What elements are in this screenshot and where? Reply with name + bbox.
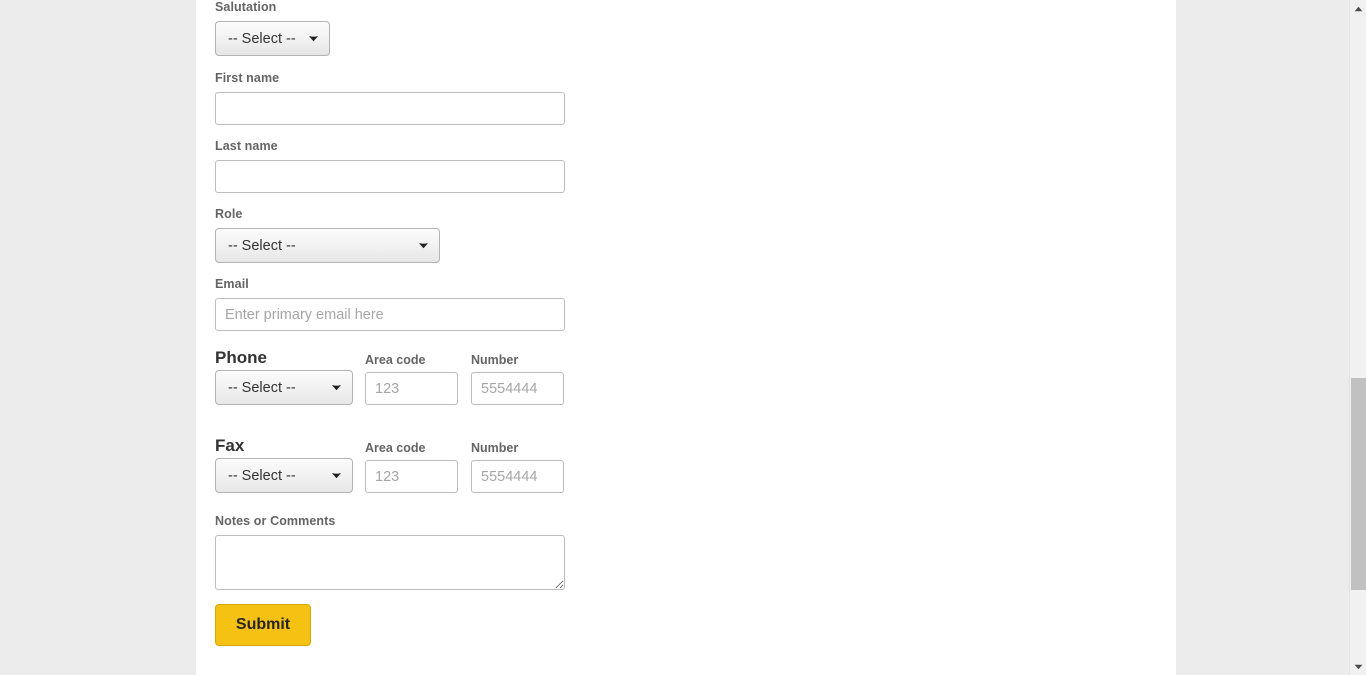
phone-area-code-label: Area code xyxy=(365,353,426,367)
fax-area-code-group: Area code xyxy=(365,441,458,493)
phone-number-group: Number xyxy=(471,353,564,405)
fax-number-input[interactable] xyxy=(471,460,564,493)
phone-type-select[interactable]: -- Select -- xyxy=(215,370,353,405)
field-notes: Notes or Comments xyxy=(215,514,635,590)
fax-area-code-input[interactable] xyxy=(365,460,458,493)
last-name-label: Last name xyxy=(215,139,278,153)
field-salutation: Salutation -- Select -- xyxy=(215,0,635,56)
vertical-scrollbar[interactable] xyxy=(1349,0,1366,675)
email-input[interactable] xyxy=(215,298,565,331)
form-content-area: Salutation -- Select -- First name Last … xyxy=(196,0,1176,675)
field-first-name: First name xyxy=(215,71,635,125)
first-name-input[interactable] xyxy=(215,92,565,125)
field-email: Email xyxy=(215,277,635,331)
triangle-up-icon xyxy=(1354,6,1363,12)
triangle-down-icon xyxy=(1354,664,1363,670)
chevron-down-icon xyxy=(330,469,343,482)
fax-area-code-label: Area code xyxy=(365,441,426,455)
notes-label: Notes or Comments xyxy=(215,514,336,528)
fax-type-select-value: -- Select -- xyxy=(228,467,296,484)
chevron-down-icon xyxy=(417,239,430,252)
field-fax-group: Fax -- Select -- Area code Number xyxy=(215,436,635,496)
scrollbar-down-arrow[interactable] xyxy=(1350,658,1366,675)
phone-heading: Phone xyxy=(215,348,267,367)
phone-number-input[interactable] xyxy=(471,372,564,405)
salutation-select[interactable]: -- Select -- xyxy=(215,21,330,56)
contact-form: Salutation -- Select -- First name Last … xyxy=(215,0,635,646)
phone-area-code-input[interactable] xyxy=(365,372,458,405)
chevron-down-icon xyxy=(330,381,343,394)
fax-type-select[interactable]: -- Select -- xyxy=(215,458,353,493)
email-label: Email xyxy=(215,277,249,291)
salutation-label: Salutation xyxy=(215,0,277,14)
salutation-select-value: -- Select -- xyxy=(228,30,296,47)
phone-number-label: Number xyxy=(471,353,519,367)
role-select-value: -- Select -- xyxy=(228,237,296,254)
fax-number-label: Number xyxy=(471,441,519,455)
chevron-down-icon xyxy=(307,32,320,45)
fax-heading: Fax xyxy=(215,436,245,455)
role-label: Role xyxy=(215,207,243,221)
phone-area-code-group: Area code xyxy=(365,353,458,405)
scrollbar-thumb[interactable] xyxy=(1351,378,1366,590)
scrollbar-up-arrow[interactable] xyxy=(1350,0,1366,17)
notes-textarea[interactable] xyxy=(215,535,565,590)
first-name-label: First name xyxy=(215,71,280,85)
last-name-input[interactable] xyxy=(215,160,565,193)
field-phone-group: Phone -- Select -- Area code Number xyxy=(215,348,635,408)
page-root: Salutation -- Select -- First name Last … xyxy=(0,0,1366,675)
field-role: Role -- Select -- xyxy=(215,207,635,263)
field-last-name: Last name xyxy=(215,139,635,193)
phone-type-select-value: -- Select -- xyxy=(228,379,296,396)
fax-number-group: Number xyxy=(471,441,564,493)
role-select[interactable]: -- Select -- xyxy=(215,228,440,263)
submit-button[interactable]: Submit xyxy=(215,604,311,646)
